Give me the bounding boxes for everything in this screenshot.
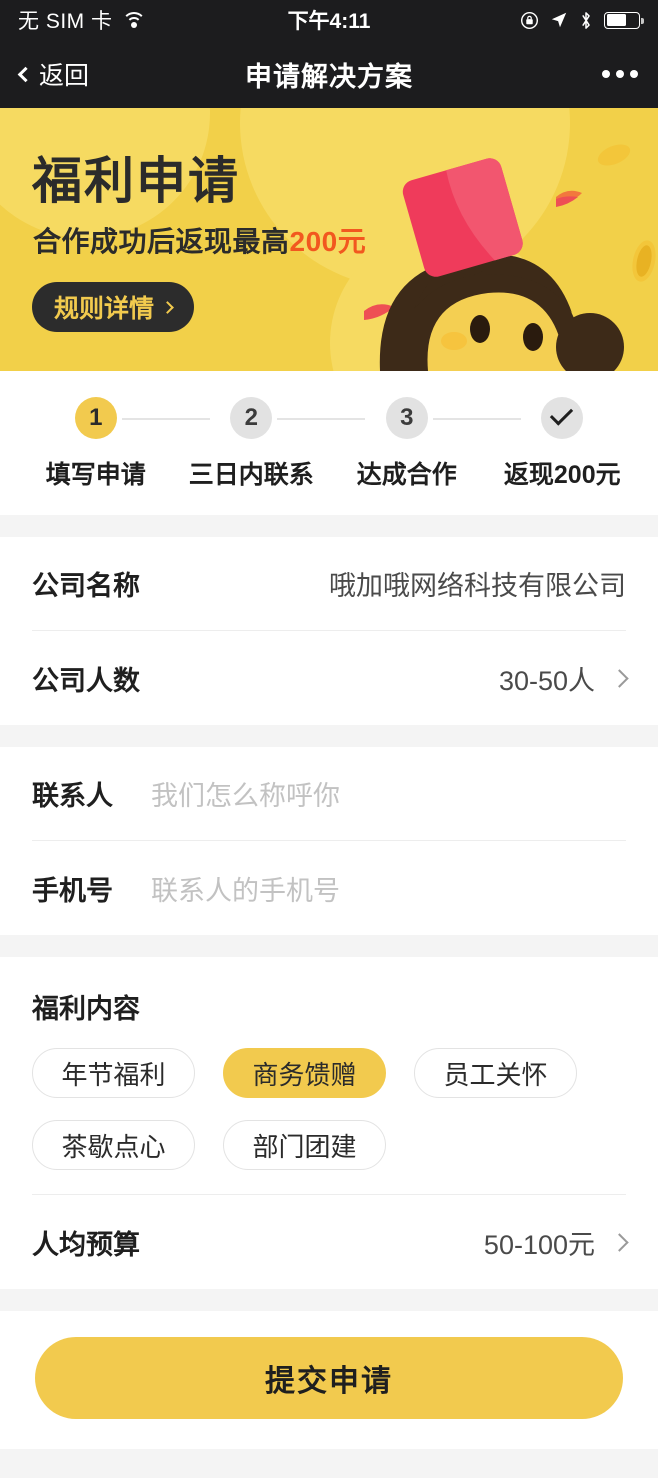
banner-subtitle-prefix: 合作成功后返现最高 xyxy=(33,226,290,257)
page-title: 申请解决方案 xyxy=(245,61,413,92)
nav-bar: 返回 申请解决方案 xyxy=(0,40,658,108)
stepper-label: 三日内联系 xyxy=(188,461,314,489)
stepper-step-2: 2 三日内联系 xyxy=(181,397,366,491)
stepper-marker-check xyxy=(541,397,584,439)
row-label: 手机号 xyxy=(32,875,113,906)
status-bar-left: 无 SIM 卡 xyxy=(18,5,146,35)
stepper-connector xyxy=(277,418,366,420)
phone-number-input[interactable]: 联系人的手机号 xyxy=(151,869,340,908)
contact-section: 联系人 我们怎么称呼你 手机号 联系人的手机号 xyxy=(0,747,658,935)
stepper-marker: 2 xyxy=(230,397,273,439)
battery-icon xyxy=(604,11,644,29)
row-label: 联系人 xyxy=(32,781,113,811)
status-bar: 无 SIM 卡 下午4:11 xyxy=(0,0,658,40)
row-label: 公司名称 xyxy=(32,571,140,601)
more-horizontal-icon[interactable] xyxy=(602,70,638,78)
back-label: 返回 xyxy=(39,62,90,90)
row-company-size[interactable]: 公司人数 30-50人 xyxy=(32,631,629,725)
section-divider xyxy=(0,725,658,747)
banner-title: 福利申请 xyxy=(32,153,240,209)
benefit-section: 福利内容 年节福利 商务馈赠 员工关怀 茶歇点心 部门团建 人均预算 50-10… xyxy=(0,957,658,1289)
benefit-tag[interactable]: 年节福利 xyxy=(32,1048,195,1098)
chevron-right-icon xyxy=(610,1232,629,1252)
bluetooth-icon xyxy=(579,11,593,30)
section-divider xyxy=(0,515,658,537)
rule-detail-button[interactable]: 规则详情 xyxy=(32,282,195,332)
stepper-marker: 1 xyxy=(74,397,117,439)
submit-application-button[interactable]: 提交申请 xyxy=(35,1337,623,1419)
row-company-name[interactable]: 公司名称 哦加哦网络科技有限公司 xyxy=(32,537,626,631)
row-value: 50-100元 xyxy=(483,1229,595,1260)
progress-stepper: 1 填写申请 2 三日内联系 3 达成合作 返现200元 xyxy=(0,371,658,515)
chevron-right-icon xyxy=(161,300,174,314)
company-section: 公司名称 哦加哦网络科技有限公司 公司人数 30-50人 xyxy=(0,537,658,725)
rule-detail-label: 规则详情 xyxy=(54,295,155,323)
stepper-marker: 3 xyxy=(385,397,428,439)
stepper-label: 达成合作 xyxy=(356,461,457,489)
mascot-illustration xyxy=(358,141,658,371)
location-arrow-icon xyxy=(550,11,568,29)
contact-person-input[interactable]: 我们怎么称呼你 xyxy=(151,774,340,813)
banner-subtitle-highlight: 200元 xyxy=(289,226,367,257)
chevron-left-icon xyxy=(17,66,34,82)
banner-subtitle: 合作成功后返现最高200元 xyxy=(33,220,366,260)
row-budget[interactable]: 人均预算 50-100元 xyxy=(32,1195,629,1289)
stepper-label: 返现200元 xyxy=(503,461,621,489)
status-bar-right xyxy=(520,11,644,30)
stepper-connector xyxy=(432,418,521,420)
row-value: 30-50人 xyxy=(498,665,595,696)
stepper-step-3: 3 达成合作 xyxy=(337,397,521,491)
stepper-label: 填写申请 xyxy=(45,461,146,489)
row-contact-person[interactable]: 联系人 我们怎么称呼你 xyxy=(32,747,626,841)
carrier-label: 无 SIM 卡 xyxy=(18,10,113,33)
wifi-icon xyxy=(121,11,146,29)
back-button[interactable]: 返回 xyxy=(17,56,90,92)
section-divider xyxy=(0,1289,658,1311)
row-phone-number[interactable]: 手机号 联系人的手机号 xyxy=(32,841,626,935)
benefit-tag[interactable]: 部门团建 xyxy=(223,1120,386,1170)
benefit-tag[interactable]: 茶歇点心 xyxy=(32,1120,195,1170)
stepper-steps: 1 填写申请 2 三日内联系 3 达成合作 返现200元 xyxy=(0,397,658,491)
row-label: 公司人数 xyxy=(32,665,140,696)
rotation-lock-icon xyxy=(520,11,539,30)
submit-area: 提交申请 xyxy=(0,1311,658,1449)
stepper-connector xyxy=(121,418,210,420)
promo-banner: 福利申请 合作成功后返现最高200元 规则详情 xyxy=(0,108,658,371)
row-value: 哦加哦网络科技有限公司 xyxy=(329,571,626,601)
benefit-tag-selected[interactable]: 商务馈赠 xyxy=(223,1048,386,1098)
benefit-tag[interactable]: 员工关怀 xyxy=(414,1048,577,1098)
stepper-step-4: 返现200元 xyxy=(492,397,632,491)
row-label: 人均预算 xyxy=(32,1229,140,1260)
chevron-right-icon xyxy=(610,668,629,688)
stepper-step-1: 1 填写申请 xyxy=(26,397,210,491)
benefit-section-title: 福利内容 xyxy=(32,994,140,1024)
check-icon xyxy=(550,412,574,425)
app-screen: 无 SIM 卡 下午4:11 返回 申请解决方案 福利申请 合作成功后返现最高2… xyxy=(0,0,658,1478)
benefit-tag-list: 年节福利 商务馈赠 员工关怀 茶歇点心 部门团建 xyxy=(32,1032,626,1194)
section-divider xyxy=(0,935,658,957)
